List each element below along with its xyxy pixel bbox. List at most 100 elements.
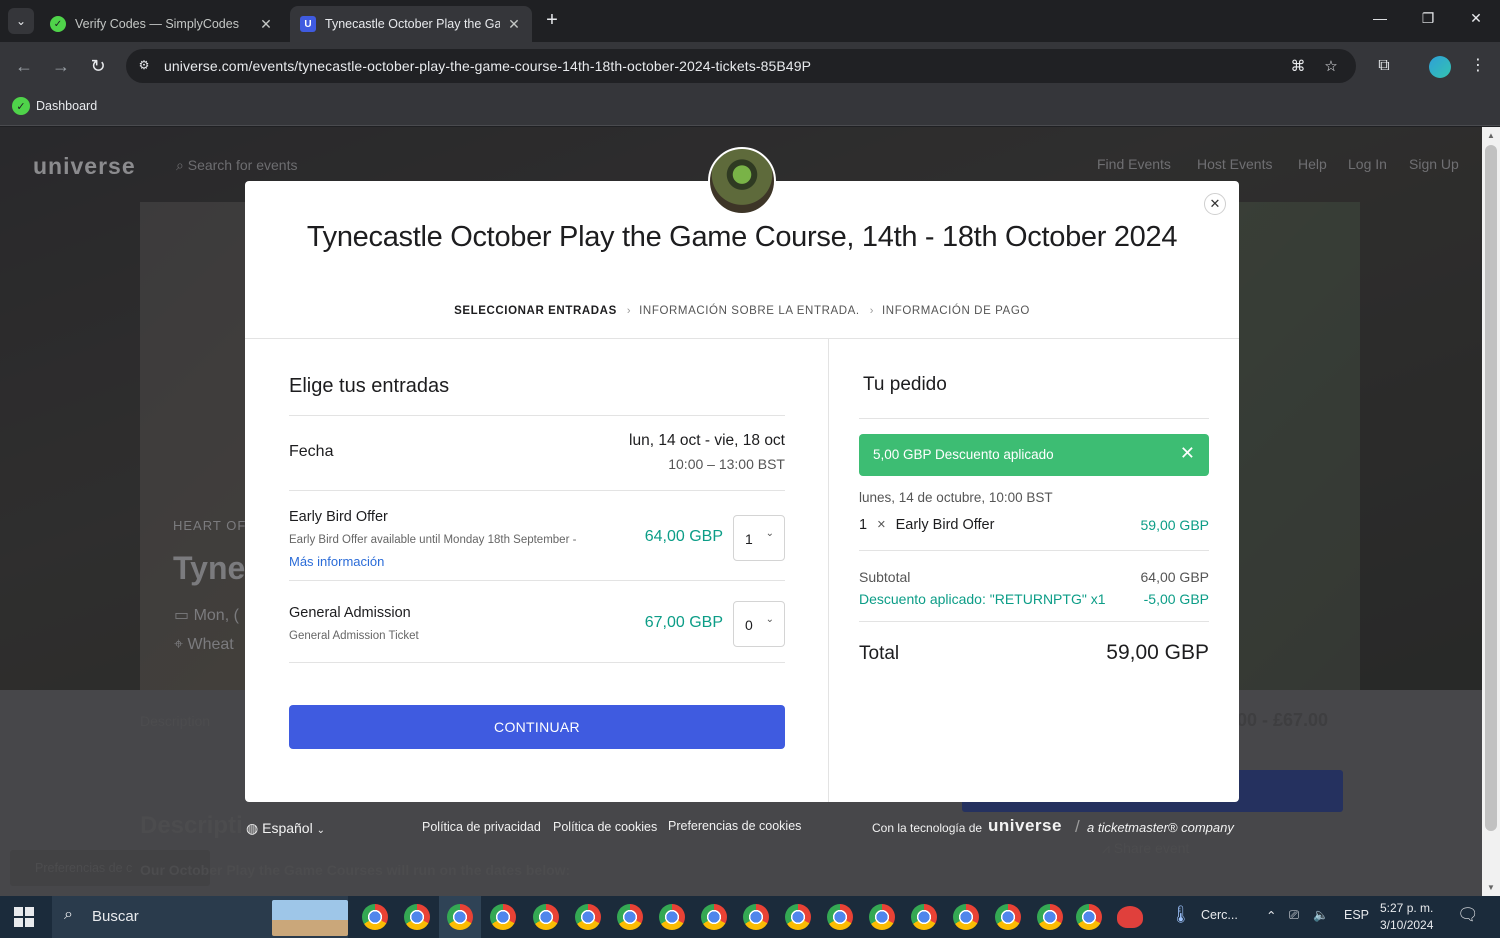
cookie-pref-ghost-text: Preferencias de c	[35, 861, 133, 875]
close-modal-button[interactable]: ✕	[1204, 193, 1226, 215]
remove-discount-icon[interactable]: ✕	[1180, 443, 1195, 464]
divider	[289, 415, 785, 416]
ticket-description: General Admission Ticket	[289, 630, 419, 642]
quantity-select[interactable]: 0 ⌄	[733, 601, 785, 647]
back-icon[interactable]: ←	[12, 54, 36, 78]
windows-taskbar: ⌕ Buscar 🌡 Cerc... ⌃ ⎚ 🔈 ESP 5:27 p. m. …	[0, 896, 1500, 938]
bookmark-label: Dashboard	[36, 99, 98, 113]
step-chevron-icon: ›	[869, 305, 874, 317]
volume-icon[interactable]: 🔈	[1313, 908, 1329, 923]
chrome-app-icon[interactable]	[404, 904, 430, 930]
chevron-down-icon: ⌄	[765, 614, 774, 625]
minimize-icon[interactable]: —	[1368, 10, 1392, 32]
cookie-policy-link[interactable]: Política de cookies	[553, 820, 657, 834]
chrome-app-icon[interactable]	[911, 904, 937, 930]
close-tab-icon[interactable]: ✕	[258, 16, 274, 33]
universe-favicon-icon: U	[300, 16, 316, 32]
clock-time: 5:27 p. m.	[1380, 901, 1434, 915]
url-text[interactable]: universe.com/events/tynecastle-october-p…	[164, 58, 811, 74]
translate-icon[interactable]: ⌘	[1288, 57, 1308, 77]
chrome-app-icon[interactable]	[785, 904, 811, 930]
ticket-name: Early Bird Offer	[289, 509, 388, 525]
chrome-app-icon[interactable]	[995, 904, 1021, 930]
chrome-app-icon[interactable]	[1037, 904, 1063, 930]
order-heading: Tu pedido	[863, 374, 947, 395]
language-indicator[interactable]: ESP	[1344, 908, 1369, 922]
browser-tab-simplycodes[interactable]: ✓ Verify Codes — SimplyCodes ✕	[40, 6, 284, 42]
line-name: Early Bird Offer	[895, 517, 995, 533]
discount-label: Descuento aplicado: "RETURNPTG" x1	[859, 591, 1106, 607]
discount-banner-text: 5,00 GBP Descuento aplicado	[873, 447, 1054, 462]
notifications-icon[interactable]: 🗨	[1457, 905, 1479, 925]
restore-icon[interactable]: ❐	[1416, 10, 1440, 32]
tab-title: Tynecastle October Play the Game Course,…	[325, 17, 500, 31]
chrome-app-icon[interactable]	[533, 904, 559, 930]
chrome-app-icon[interactable]	[869, 904, 895, 930]
scrollbar-thumb[interactable]	[1485, 145, 1497, 831]
universe-logo: universe	[33, 153, 136, 179]
language-selector[interactable]: ◍ Español ⌄	[246, 820, 325, 837]
hero-title: Tyne	[173, 550, 246, 586]
search-icon: ⌕	[64, 906, 73, 923]
nav-host-events: Host Events	[1197, 156, 1273, 172]
site-info-icon[interactable]: ⚙	[136, 58, 152, 74]
ticket-name: General Admission	[289, 605, 411, 621]
browser-tab-universe[interactable]: U Tynecastle October Play the Game Cours…	[290, 6, 532, 42]
network-icon[interactable]: ⎚	[1289, 908, 1299, 923]
app-icon[interactable]	[1117, 906, 1143, 928]
ticketmaster-text: a ticketmaster® company	[1087, 820, 1234, 835]
quantity-value: 0	[745, 617, 753, 633]
scroll-down-icon[interactable]: ▼	[1487, 883, 1495, 892]
weather-text[interactable]: Cerc...	[1201, 908, 1238, 922]
scroll-up-icon[interactable]: ▲	[1487, 131, 1495, 140]
extensions-icon[interactable]: ⧉	[1372, 54, 1396, 78]
hero-place: ⌖ Wheat	[174, 636, 234, 653]
modal-footer: Descripti ◍ Español ⌄ Política de privac…	[0, 804, 1482, 896]
quantity-select[interactable]: 1 ⌄	[733, 515, 785, 561]
new-tab-icon[interactable]: +	[542, 10, 562, 30]
chrome-app-icon[interactable]	[953, 904, 979, 930]
close-tab-icon[interactable]: ✕	[506, 16, 522, 33]
menu-icon[interactable]: ⋮	[1466, 54, 1490, 78]
date-label: Fecha	[289, 443, 334, 460]
bookmark-dashboard[interactable]: ✓ Dashboard	[12, 97, 97, 115]
profile-avatar[interactable]	[1429, 56, 1451, 78]
divider	[289, 662, 785, 663]
chrome-app-icon[interactable]	[1076, 904, 1102, 930]
weather-icon: 🌡	[1170, 905, 1192, 924]
address-bar[interactable]: ⚙ universe.com/events/tynecastle-october…	[126, 49, 1356, 83]
bookmark-star-icon[interactable]: ☆	[1321, 57, 1341, 77]
checkout-steps: SELECCIONAR ENTRADAS › INFORMACIÓN SOBRE…	[245, 305, 1239, 317]
chrome-app-icon[interactable]	[617, 904, 643, 930]
more-info-link[interactable]: Más información	[289, 554, 384, 569]
bookmarks-bar: ✓ Dashboard	[0, 90, 1500, 126]
chrome-app-icon[interactable]	[490, 904, 516, 930]
page-scrollbar[interactable]: ▲ ▼	[1482, 127, 1500, 896]
chrome-app-icon[interactable]	[362, 904, 388, 930]
continue-button[interactable]: CONTINUAR	[289, 705, 785, 749]
chrome-app-icon[interactable]	[447, 904, 473, 930]
chrome-app-icon[interactable]	[701, 904, 727, 930]
total-label: Total	[859, 643, 900, 664]
system-clock[interactable]: 5:27 p. m. 3/10/2024	[1380, 900, 1433, 934]
hero-date: ▭ Mon, (	[174, 607, 239, 624]
forward-icon[interactable]: →	[49, 54, 73, 78]
tray-chevron-up-icon[interactable]: ⌃	[1266, 908, 1276, 923]
chrome-app-icon[interactable]	[659, 904, 685, 930]
event-search-input: ⌕ Search for events	[176, 157, 298, 173]
privacy-policy-link[interactable]: Política de privacidad	[422, 820, 541, 834]
reload-icon[interactable]: ↻	[86, 54, 110, 78]
discount-applied-banner: 5,00 GBP Descuento aplicado ✕	[859, 434, 1209, 476]
line-price: 59,00 GBP	[1140, 517, 1210, 533]
chrome-app-icon[interactable]	[575, 904, 601, 930]
step-ticket-info: INFORMACIÓN SOBRE LA ENTRADA.	[639, 305, 860, 317]
chrome-app-icon[interactable]	[827, 904, 853, 930]
taskbar-search[interactable]: ⌕ Buscar	[52, 896, 348, 938]
cookie-preferences-link[interactable]: Preferencias de cookies	[668, 819, 801, 833]
windows-start-icon[interactable]	[14, 907, 34, 927]
divider	[859, 418, 1209, 419]
close-window-icon[interactable]: ✕	[1464, 10, 1488, 32]
tab-search-button[interactable]: ⌄	[8, 8, 34, 34]
chrome-app-icon[interactable]	[743, 904, 769, 930]
ticket-price: 64,00 GBP	[644, 528, 723, 545]
